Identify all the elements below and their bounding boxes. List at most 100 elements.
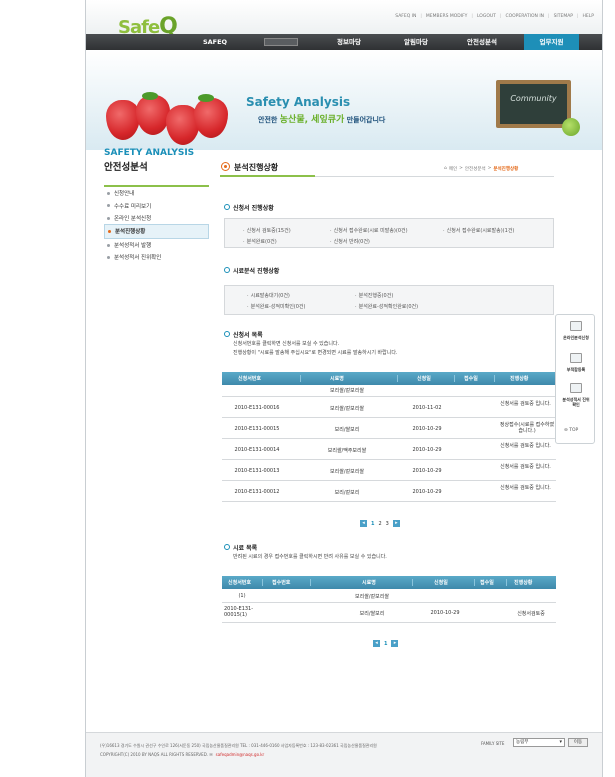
footer-copyright: COPYRIGHT(C) 2010 BY NAQS ALL RIGHTS RES…: [100, 752, 265, 757]
cell-no[interactable]: (1): [222, 593, 262, 599]
page-link[interactable]: 2: [378, 521, 381, 527]
cell-applied: 2010-10-29: [412, 489, 442, 495]
family-site-go-button[interactable]: 이동: [568, 738, 588, 747]
global-nav: SAFEQ 정보마당 알림마당 안전성분석 업무지원: [86, 34, 602, 50]
community-board[interactable]: Community: [496, 80, 571, 128]
quick-online-apply[interactable]: 온라인분석신청: [556, 335, 596, 341]
table-row[interactable]: (1) 보리쌀/겉보리쌀: [222, 589, 556, 603]
chart-icon[interactable]: [570, 321, 582, 331]
sample-status-item: 분석진행중(0건): [355, 292, 394, 299]
board-text: Community: [510, 94, 557, 103]
leaf-image: [142, 92, 158, 100]
gnb-item-notice[interactable]: 알림마당: [391, 34, 441, 50]
sample-table-header: 신청서번호 접수번호 시료명 신청일 접수일 진행상황: [222, 576, 556, 589]
sample-pagination: ◂ 1 ▸: [373, 640, 399, 647]
left-nav: SAFETY ANALYSIS 안전성분석 신청안내 수수료 미리보기 온라인 …: [104, 148, 222, 263]
col-header: 신청서번호: [238, 376, 262, 382]
strawberry-image: [136, 95, 170, 135]
mail-icon: ✉: [208, 752, 213, 757]
gnb-item-safety[interactable]: 안전성분석: [456, 34, 508, 50]
table-row[interactable]: 2010-E131-00012 보리/겉보리 2010-10-29 신청서를 검…: [222, 481, 556, 502]
status-box: 신청서 검토중(15건) 신청서 접수완료(시료 미발송)(0건) 신청서 접수…: [224, 218, 554, 248]
col-sep: [454, 375, 455, 382]
lnb-item-progress[interactable]: 분석진행상황: [104, 224, 209, 239]
util-link-logout[interactable]: LOGOUT: [477, 14, 496, 19]
lnb-item-guide[interactable]: 신청안내: [104, 187, 209, 199]
status-item: 분석완료(0건): [243, 238, 277, 245]
lnb-item-fee[interactable]: 수수료 미리보기: [104, 199, 209, 211]
sample-list-title: 시료 목록: [224, 543, 257, 552]
banner-subtitle: 안전한 농산물, 세잎큐가 만들어갑니다: [258, 115, 386, 125]
family-site-select[interactable]: 농림부: [513, 738, 565, 747]
top-button[interactable]: ⊖ TOP: [564, 428, 578, 433]
gnb-item-support[interactable]: 업무지원: [524, 34, 579, 50]
col-header: 시료명: [330, 376, 344, 382]
col-sep: [474, 579, 475, 586]
util-link-safeq-in[interactable]: SAFEQ IN: [395, 14, 416, 19]
prev-page-button[interactable]: ◂: [360, 520, 367, 527]
footer-email[interactable]: safeqadmin@naqs.go.kr: [216, 752, 265, 757]
gnb-brand[interactable]: SAFEQ: [194, 34, 236, 50]
breadcrumb-home[interactable]: 메인: [449, 166, 457, 172]
sample-status-item: 분석완료-성적미확인(0건): [247, 303, 306, 310]
col-header: 접수번호: [272, 580, 291, 586]
strawberry-image: [194, 98, 228, 138]
home-icon[interactable]: ⌂: [444, 166, 447, 172]
next-page-button[interactable]: ▸: [392, 520, 400, 527]
quick-nonconform[interactable]: 부적합등록: [556, 367, 596, 373]
table-row[interactable]: 2010-E131-00013 보리쌀/겉보리쌀 2010-10-29 신청서를…: [222, 460, 556, 481]
cell-no[interactable]: 2010-E131-00012: [222, 489, 292, 495]
col-header: 접수일: [480, 580, 494, 586]
quick-verify[interactable]: 분석성적서 진위확인: [556, 397, 596, 407]
util-link-cooperation[interactable]: COOPERATION IN: [505, 14, 544, 19]
cell-applied: 2010-10-29: [412, 468, 442, 474]
cell-sample: 보리쌀/맥주보리쌀: [327, 448, 367, 454]
app-list-desc-line: 진행상황이 "시료를 발송해 주십시요"로 변경되면 시료를 발송하시기 바랍니…: [233, 350, 398, 356]
cell-sample: 보리/쌀보리: [359, 611, 385, 617]
table-row[interactable]: 보리쌀/겉보리쌀: [222, 385, 556, 397]
cell-sample: 보리쌀/겉보리쌀: [330, 406, 364, 412]
lnb-item-report[interactable]: 분석성적서 발행: [104, 239, 209, 251]
table-row[interactable]: 2010-E131-00014 보리쌀/맥주보리쌀 2010-10-29 신청서…: [222, 439, 556, 460]
sample-status-box: 시료발송대기(0건) 분석진행중(0건) 분석완료-성적미확인(0건) 분석완료…: [224, 285, 554, 315]
cell-status: 신청서를 검토중 입니다.: [500, 485, 551, 491]
monitor-icon[interactable]: [570, 353, 582, 363]
gnb-search-input[interactable]: [264, 38, 298, 46]
document-icon[interactable]: [570, 383, 582, 393]
lnb-title-en: SAFETY ANALYSIS: [104, 148, 195, 158]
cell-no[interactable]: 2010-E131-00014: [222, 447, 292, 453]
table-row[interactable]: 2010-E131-00016 보리쌀/겉보리쌀 2010-11-02 신청서를…: [222, 397, 556, 418]
cell-no[interactable]: 2010-E131-00016: [222, 405, 292, 411]
prev-page-button[interactable]: ◂: [373, 640, 380, 647]
footer: (우)16613 경기도 수원시 권선구 수인로 126(서둔동 250) 국립…: [86, 732, 602, 777]
breadcrumb-section[interactable]: 안전성분석: [465, 166, 486, 172]
cell-no[interactable]: 2010-E131-00015(1): [224, 606, 260, 618]
breadcrumb: ⌂ 메인 > 안전성분석 > 분석진행상황: [444, 166, 518, 172]
lnb-item-online-apply[interactable]: 온라인 분석신청: [104, 212, 209, 224]
sample-status-item: 시료발송대기(0건): [247, 292, 290, 299]
status-item: 신청서 반려(0건): [330, 238, 370, 245]
gnb-item-info[interactable]: 정보마당: [324, 34, 374, 50]
table-row[interactable]: 2010-E131-00015 보리/쌀보리 2010-10-29 정상접수(시…: [222, 418, 556, 439]
col-sep: [412, 579, 413, 586]
col-sep: [300, 375, 301, 382]
page-link[interactable]: 1: [384, 641, 387, 647]
util-link-members-modify[interactable]: MEMBERS MODIFY: [426, 14, 468, 19]
apple-image: [562, 118, 580, 136]
lnb-item-verify[interactable]: 분석성적서 진위확인: [104, 251, 209, 263]
family-site-label: FAMILY SITE: [481, 741, 505, 746]
cell-no[interactable]: 2010-E131-00013: [222, 468, 292, 474]
utility-nav: SAFEQ IN | MEMBERS MODIFY | LOGOUT | COOPER…: [395, 14, 594, 19]
page-link[interactable]: 3: [386, 521, 389, 527]
page-link[interactable]: 1: [371, 521, 374, 527]
strawberry-image: [106, 100, 140, 140]
lnb-menu: 신청안내 수수료 미리보기 온라인 분석신청 분석진행상황 분석성적서 발행 분…: [104, 185, 209, 263]
page: SafeQ 농산물 안전성 분석센터 세잎큐 SAFEQ IN| MEMBERS…: [85, 0, 603, 777]
status-item: 신청서 접수완료(시료 미발송)(0건): [330, 227, 408, 234]
next-page-button[interactable]: ▸: [391, 640, 399, 647]
util-link-sitemap[interactable]: SITEMAP: [554, 14, 573, 19]
app-list-desc: 신청서번호를 클릭하면 신청서를 보실 수 있습니다. 진행상황이 "시료를 발…: [233, 340, 398, 358]
table-row[interactable]: 2010-E131-00015(1) 보리/쌀보리 2010-10-29 신청서…: [222, 603, 556, 623]
util-link-help[interactable]: HELP: [583, 14, 594, 19]
cell-no[interactable]: 2010-E131-00015: [222, 426, 292, 432]
